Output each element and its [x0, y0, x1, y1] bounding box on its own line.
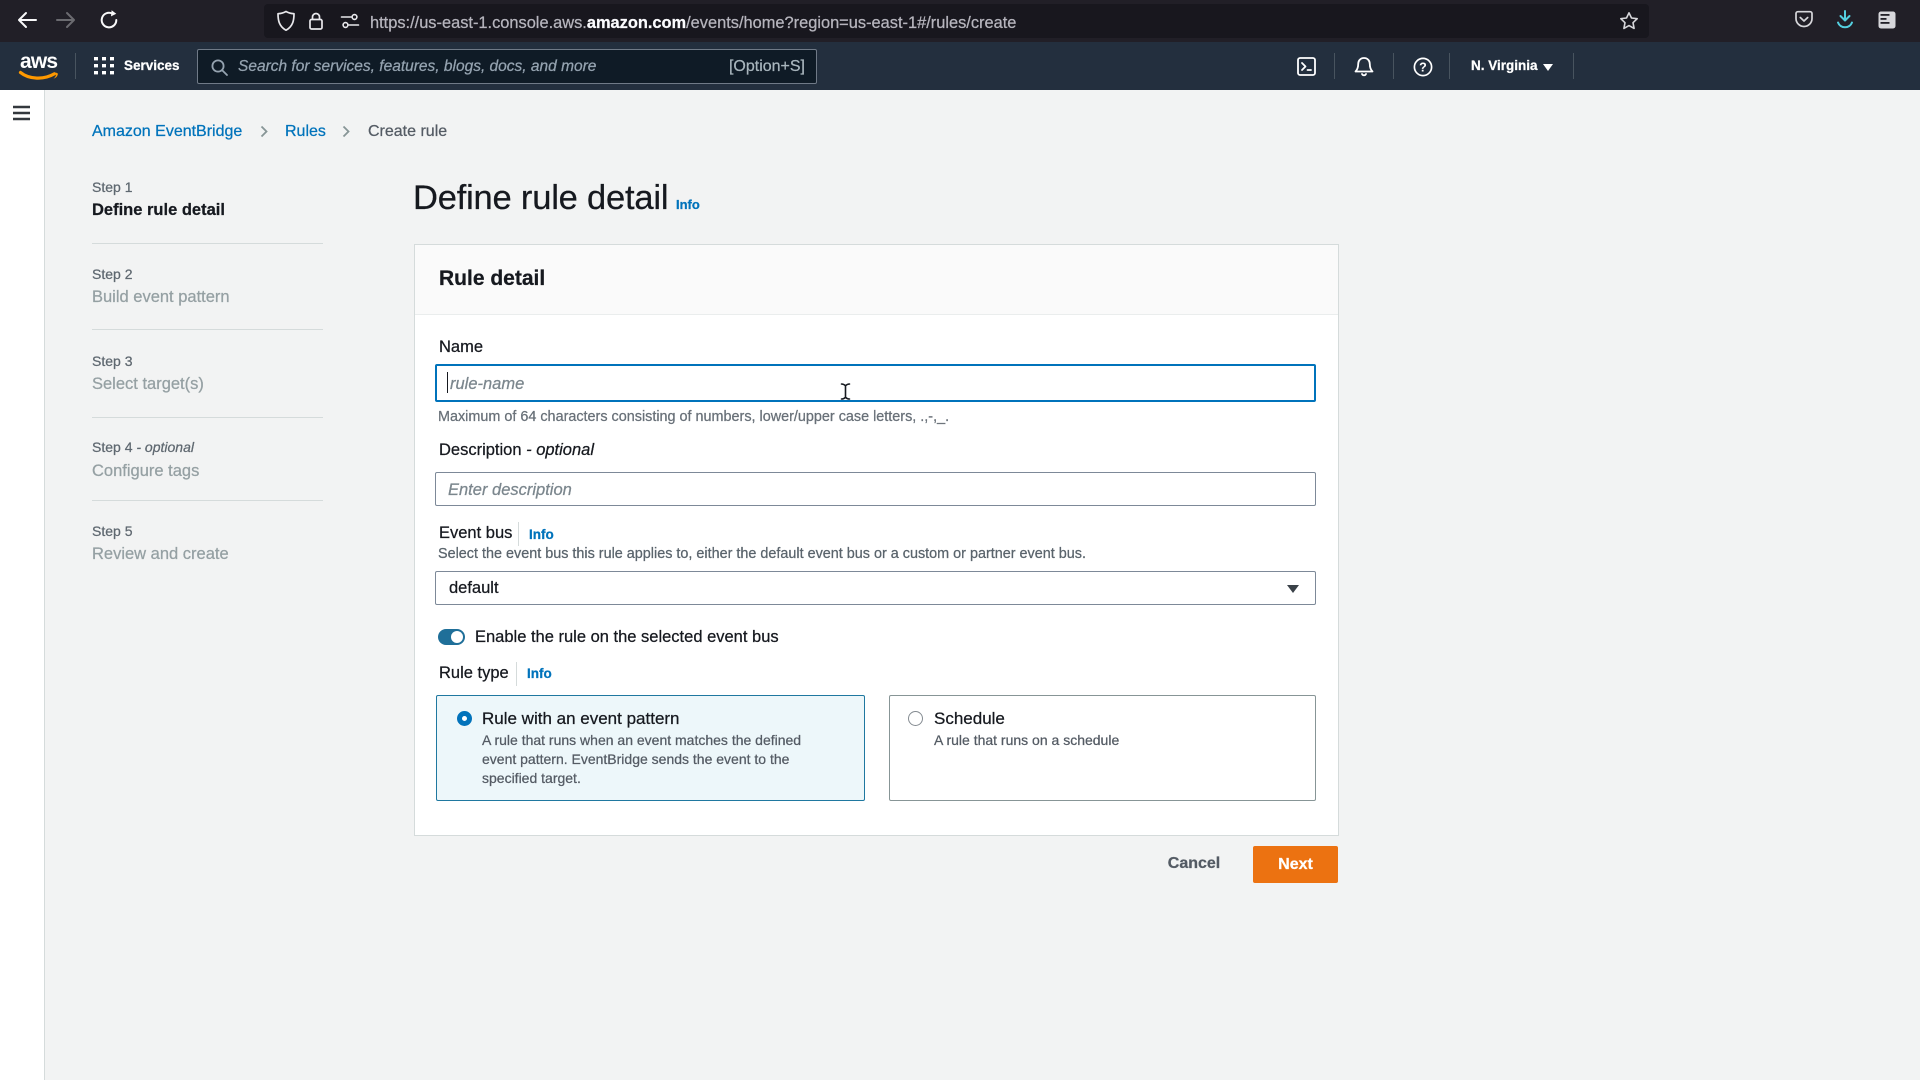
svg-text:?: ? — [1419, 61, 1427, 75]
svg-text:aws: aws — [20, 50, 57, 73]
